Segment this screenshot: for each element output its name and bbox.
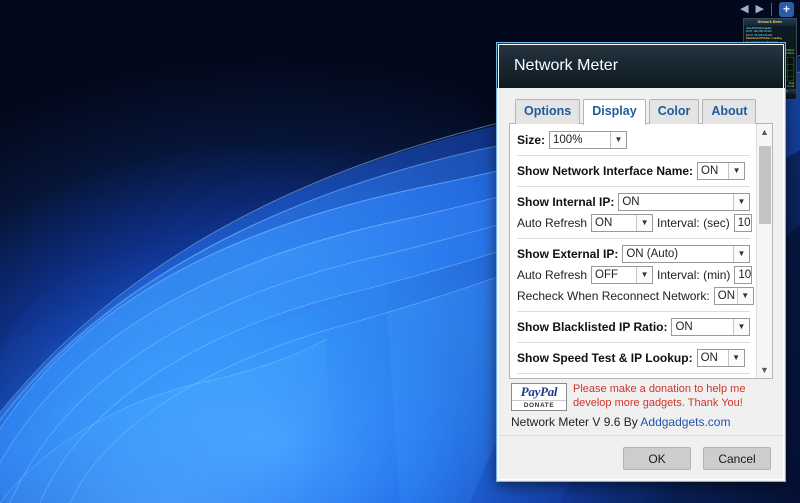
chevron-down-icon[interactable]: ▼ — [728, 163, 744, 179]
dialog-footer: OK Cancel — [497, 435, 785, 481]
row-external-ip: Show External IP: ON (Auto) ▼ — [517, 245, 750, 263]
row-recheck-network: Recheck When Reconnect Network: ON ▼ — [517, 287, 750, 305]
version-line: Network Meter V 9.6 By Addgadgets.com — [509, 412, 773, 435]
tab-options[interactable]: Options — [515, 99, 580, 124]
internal-refresh-label: Auto Refresh — [517, 216, 587, 230]
nav-divider — [771, 3, 772, 16]
external-refresh-label: Auto Refresh — [517, 268, 587, 282]
chevron-down-icon[interactable]: ▼ — [636, 215, 652, 231]
cancel-button[interactable]: Cancel — [703, 447, 771, 470]
setting-group-size: Size: 100% ▼ — [517, 131, 750, 156]
setting-group-internal-ip: Show Internal IP: ON ▼ Auto Refresh ON ▼ — [517, 193, 750, 239]
size-select[interactable]: 100% ▼ — [549, 131, 627, 149]
recheck-label: Recheck When Reconnect Network: — [517, 289, 710, 303]
chevron-down-icon[interactable]: ▼ — [733, 246, 749, 262]
gadget-title: Network Meter — [744, 19, 796, 26]
setting-group-external-ip: Show External IP: ON (Auto) ▼ Auto Refre… — [517, 245, 750, 312]
next-page-icon[interactable]: ▶ — [756, 4, 764, 15]
prev-page-icon[interactable]: ◀ — [740, 4, 748, 15]
network-meter-settings-dialog: Network Meter Options Display Color Abou… — [496, 42, 786, 482]
row-external-ip-refresh: Auto Refresh OFF ▼ Interval: (min) 10 — [517, 266, 750, 284]
recheck-value: ON — [718, 290, 737, 302]
row-size: Size: 100% ▼ — [517, 131, 750, 149]
ok-button[interactable]: OK — [623, 447, 691, 470]
internal-ip-select[interactable]: ON ▼ — [618, 193, 750, 211]
setting-group-blacklisted-ip: Show Blacklisted IP Ratio: ON ▼ — [517, 318, 750, 343]
speed-test-label: Show Speed Test & IP Lookup: — [517, 351, 693, 365]
blacklisted-ip-select[interactable]: ON ▼ — [671, 318, 750, 336]
chevron-down-icon[interactable]: ▼ — [733, 319, 749, 335]
speed-test-value: ON — [701, 352, 728, 364]
internal-refresh-select[interactable]: ON ▼ — [591, 214, 653, 232]
scroll-down-icon[interactable]: ▼ — [757, 362, 773, 378]
paypal-donate-button[interactable]: PayPal DONATE — [511, 383, 567, 411]
row-speed-test: Show Speed Test & IP Lookup: ON ▼ — [517, 349, 750, 367]
settings-panel: Size: 100% ▼ Show Network Interface Name… — [509, 123, 773, 380]
paypal-brand-label: PayPal — [512, 385, 566, 399]
addgadgets-link[interactable]: Addgadgets.com — [640, 415, 730, 429]
size-value: 100% — [553, 134, 610, 146]
blacklisted-ip-label: Show Blacklisted IP Ratio: — [517, 320, 667, 334]
gadget-gallery-nav[interactable]: ◀ ▶ + — [740, 2, 794, 17]
donation-row: PayPal DONATE Please make a donation to … — [509, 379, 773, 412]
internal-ip-label: Show Internal IP: — [517, 195, 614, 209]
paypal-donate-label: DONATE — [512, 400, 566, 409]
internal-refresh-value: ON — [595, 217, 636, 229]
dialog-title-bar[interactable]: Network Meter — [497, 43, 785, 88]
donation-message-line2: develop more gadgets. Thank You! — [573, 397, 745, 411]
external-ip-select[interactable]: ON (Auto) ▼ — [622, 245, 750, 263]
desktop: ◀ ▶ + Network Meter Intel 82579LM Gigabi… — [0, 0, 800, 503]
donation-message: Please make a donation to help me develo… — [573, 383, 745, 411]
recheck-select[interactable]: ON ▼ — [714, 287, 754, 305]
external-refresh-select[interactable]: OFF ▼ — [591, 266, 653, 284]
external-refresh-value: OFF — [595, 269, 636, 281]
chevron-down-icon[interactable]: ▼ — [636, 267, 652, 283]
row-interface-name: Show Network Interface Name: ON ▼ — [517, 162, 750, 180]
tab-display[interactable]: Display — [583, 99, 645, 125]
size-label: Size: — [517, 133, 545, 147]
row-internal-ip-refresh: Auto Refresh ON ▼ Interval: (sec) 10 — [517, 214, 750, 232]
interface-name-value: ON — [701, 165, 728, 177]
scrollbar-track[interactable] — [757, 140, 773, 363]
scrollbar-thumb[interactable] — [759, 146, 771, 224]
chevron-down-icon[interactable]: ▼ — [728, 350, 744, 366]
dialog-title: Network Meter — [514, 57, 618, 75]
interface-name-label: Show Network Interface Name: — [517, 164, 693, 178]
row-internal-ip: Show Internal IP: ON ▼ — [517, 193, 750, 211]
chevron-down-icon[interactable]: ▼ — [733, 194, 749, 210]
setting-group-interface-name: Show Network Interface Name: ON ▼ — [517, 162, 750, 187]
internal-interval-label: Interval: (sec) — [657, 216, 730, 230]
add-gadget-icon[interactable]: + — [779, 2, 794, 17]
chevron-down-icon[interactable]: ▼ — [610, 132, 626, 148]
settings-list: Size: 100% ▼ Show Network Interface Name… — [510, 124, 756, 379]
external-ip-label: Show External IP: — [517, 247, 618, 261]
version-text: Network Meter V 9.6 By — [511, 415, 640, 429]
internal-interval-input[interactable]: 10 — [734, 214, 752, 232]
tab-about[interactable]: About — [702, 99, 756, 124]
internal-ip-value: ON — [622, 196, 733, 208]
scroll-up-icon[interactable]: ▲ — [757, 124, 773, 140]
speed-test-select[interactable]: ON ▼ — [697, 349, 745, 367]
tab-bar[interactable]: Options Display Color About — [509, 98, 773, 124]
setting-group-speed-test: Show Speed Test & IP Lookup: ON ▼ — [517, 349, 750, 374]
external-interval-input[interactable]: 10 — [734, 266, 752, 284]
settings-scrollbar[interactable]: ▲ ▼ — [756, 124, 772, 379]
donation-message-line1: Please make a donation to help me — [573, 383, 745, 397]
row-blacklisted-ip: Show Blacklisted IP Ratio: ON ▼ — [517, 318, 750, 336]
dialog-body: Options Display Color About Size: 100% ▼ — [497, 88, 785, 435]
external-interval-label: Interval: (min) — [657, 268, 730, 282]
blacklisted-ip-value: ON — [675, 321, 733, 333]
interface-name-select[interactable]: ON ▼ — [697, 162, 745, 180]
chevron-down-icon[interactable]: ▼ — [737, 288, 753, 304]
tab-color[interactable]: Color — [649, 99, 700, 124]
external-ip-value: ON (Auto) — [626, 248, 733, 260]
